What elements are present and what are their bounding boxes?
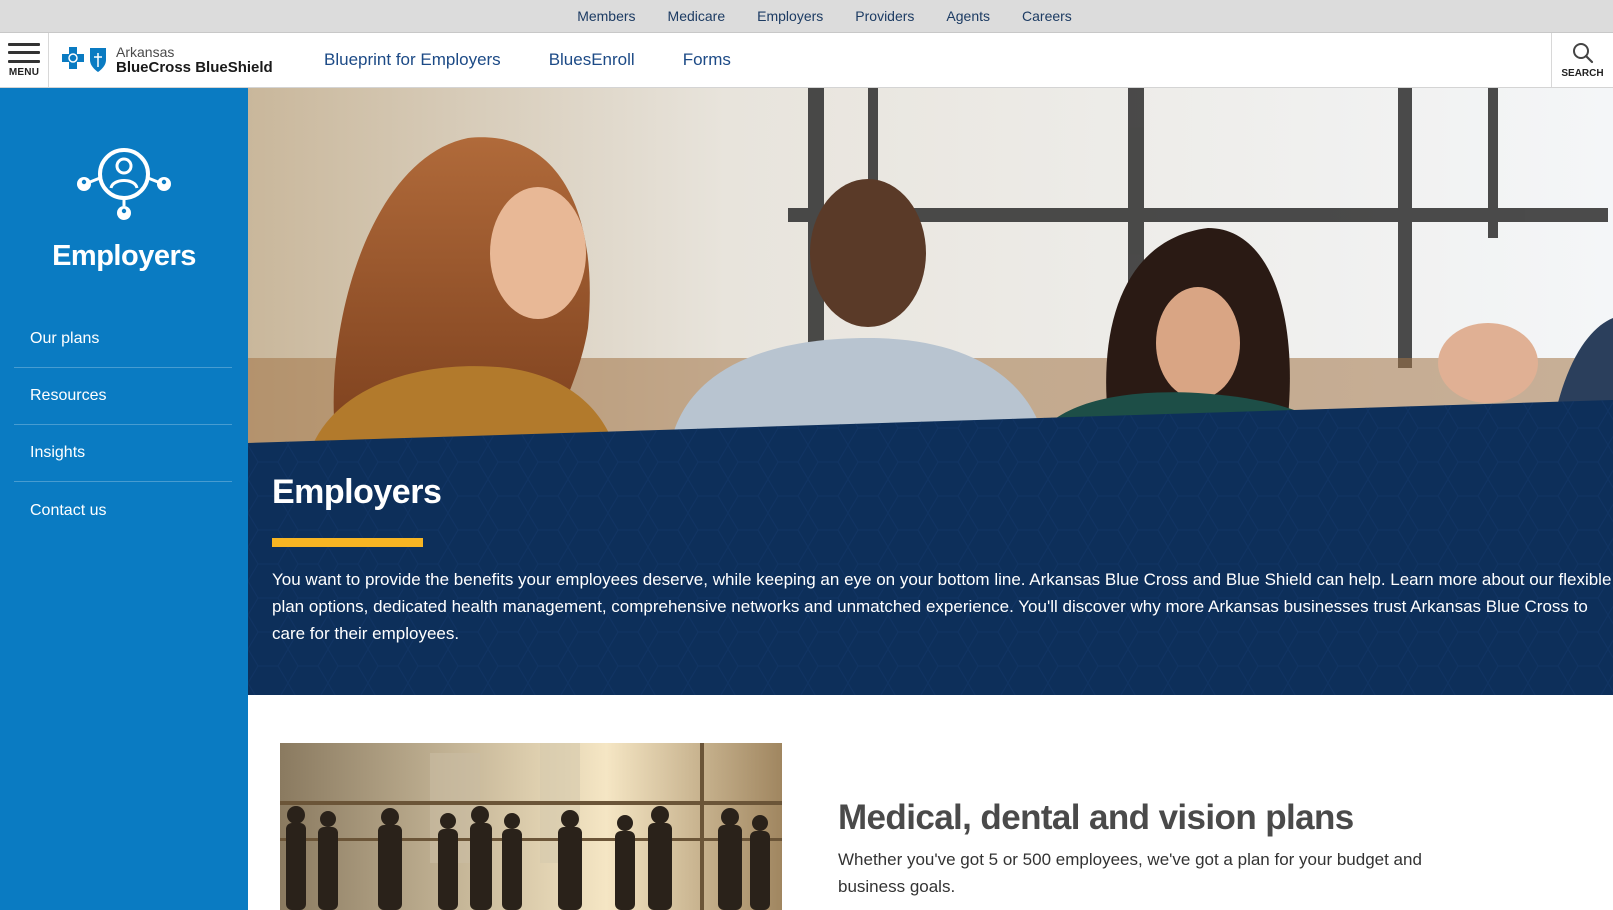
site-header: MENU Arkansas BlueCross BlueShield Bluep… — [0, 33, 1613, 88]
utility-link-careers[interactable]: Careers — [1006, 8, 1088, 24]
menu-label: MENU — [8, 66, 40, 78]
utility-link-employers[interactable]: Employers — [741, 8, 839, 24]
business-people-silhouettes-image — [280, 743, 782, 910]
menu-button[interactable]: MENU — [0, 33, 49, 87]
logo-text-brand: BlueCross BlueShield — [116, 59, 273, 76]
sidebar-title: Employers — [52, 240, 196, 272]
hero-title: Employers — [272, 473, 442, 511]
hamburger-icon — [8, 42, 40, 63]
plans-section-title: Medical, dental and vision plans — [838, 798, 1354, 837]
search-label: SEARCH — [1561, 67, 1604, 79]
network-people-icon — [77, 148, 171, 220]
hero-accent-rule — [272, 538, 423, 547]
plans-section-description: Whether you've got 5 or 500 employees, w… — [838, 850, 1422, 896]
main-nav: Blueprint for Employers BluesEnroll Form… — [324, 33, 779, 87]
hero-banner: Employers You want to provide the benefi… — [248, 88, 1613, 695]
utility-link-medicare[interactable]: Medicare — [652, 8, 742, 24]
utility-nav: Members Medicare Employers Providers Age… — [0, 0, 1613, 32]
sidebar-item-insights[interactable]: Insights — [14, 425, 232, 482]
sidebar-item-contact-us[interactable]: Contact us — [14, 482, 232, 539]
plans-section-image — [280, 743, 782, 910]
bcbs-cross-shield-icon — [62, 47, 106, 72]
sidebar-item-resources[interactable]: Resources — [14, 368, 232, 425]
site-logo[interactable]: Arkansas BlueCross BlueShield — [60, 43, 273, 77]
utility-link-members[interactable]: Members — [561, 8, 651, 24]
utility-link-agents[interactable]: Agents — [930, 8, 1006, 24]
nav-link-bluesenroll[interactable]: BluesEnroll — [549, 50, 635, 70]
utility-link-providers[interactable]: Providers — [839, 8, 930, 24]
nav-link-blueprint[interactable]: Blueprint for Employers — [324, 50, 501, 70]
search-button[interactable]: SEARCH — [1551, 33, 1613, 87]
sidebar-item-our-plans[interactable]: Our plans — [14, 311, 232, 368]
search-icon — [1572, 42, 1593, 63]
hero-description: You want to provide the benefits your em… — [272, 570, 1612, 643]
section-sidebar: Employers Our plans Resources Insights C… — [0, 88, 248, 910]
utility-bar: Members Medicare Employers Providers Age… — [0, 0, 1613, 33]
logo-text-state: Arkansas — [116, 44, 175, 60]
sidebar-nav: Our plans Resources Insights Contact us — [14, 311, 232, 539]
nav-link-forms[interactable]: Forms — [683, 50, 731, 70]
